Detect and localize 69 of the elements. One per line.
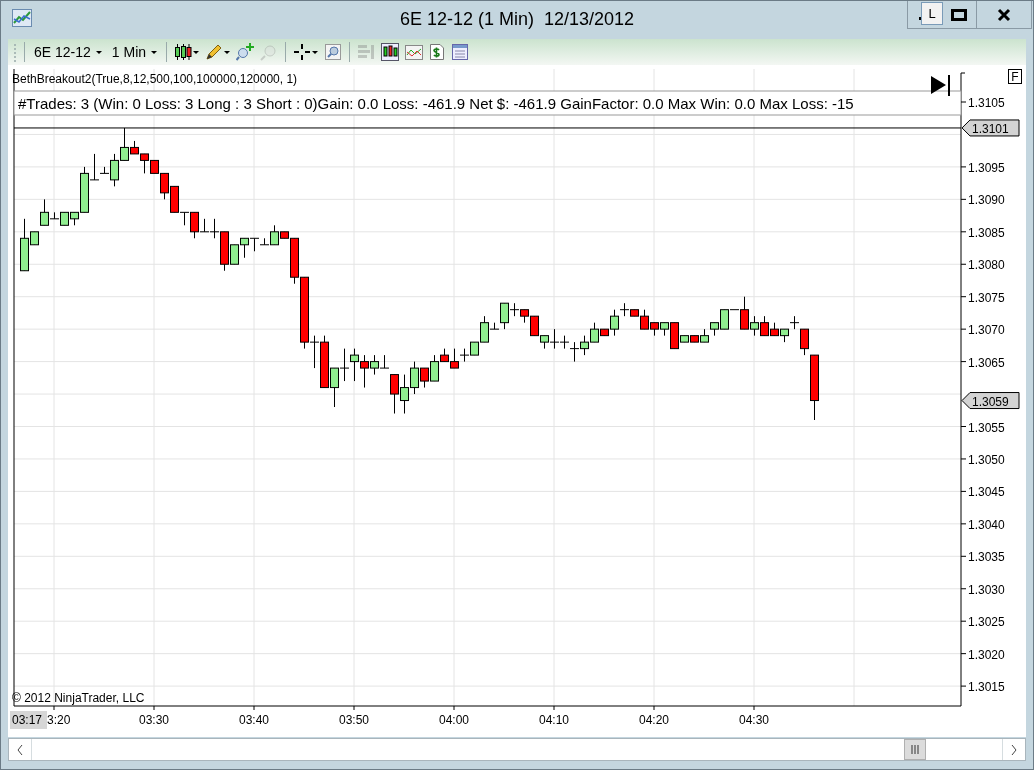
- price-axis-label: 1.3055: [968, 420, 1005, 435]
- time-axis-label: 3:20: [47, 713, 71, 727]
- dropdown-button[interactable]: 6E 12-12: [31, 44, 105, 60]
- price-axis-label: 1.3095: [968, 160, 1005, 175]
- time-marker: 03:17: [10, 711, 47, 729]
- time-axis-label: 04:00: [439, 713, 469, 727]
- price-axis-label: 1.3030: [968, 582, 1005, 597]
- chevron-left-icon: [17, 744, 23, 755]
- price-axis-label: 1.3040: [968, 517, 1005, 532]
- price-axis-label: 1.3070: [968, 323, 1005, 338]
- scroll-thumb[interactable]: [904, 739, 926, 760]
- properties-button[interactable]: [450, 41, 471, 63]
- copyright-text: © 2012 NinjaTrader, LLC: [12, 691, 145, 705]
- indicator-label: BethBreakout2(True,8,12,500,100,100000,120000, 1): [12, 72, 298, 86]
- crosshair-icon: [293, 43, 312, 61]
- chart-app-icon: [12, 9, 32, 27]
- chart-style-button[interactable]: [173, 41, 201, 63]
- tooltip: L: [921, 2, 943, 25]
- price-axis-label: 1.3025: [968, 615, 1005, 630]
- line-chart-icon: [405, 43, 424, 61]
- candlestick-icon: [174, 43, 193, 61]
- orders-button[interactable]: [428, 41, 447, 63]
- data-box-icon: [357, 43, 376, 61]
- cursor-button[interactable]: [292, 41, 320, 63]
- price-axis-label: 1.3105: [968, 96, 1005, 110]
- price-axis-label: 1.3015: [968, 680, 1005, 695]
- time-axis-label: 04:30: [739, 713, 769, 727]
- zoom-out-icon: [260, 43, 279, 61]
- price-axis-label: 1.3045: [968, 485, 1005, 500]
- maximize-icon: [951, 8, 967, 21]
- magnifier-button[interactable]: [323, 41, 344, 63]
- caret-icon: [95, 50, 102, 54]
- dropdown-button[interactable]: 1 Min: [108, 44, 161, 60]
- time-axis-label: 04:20: [639, 713, 669, 727]
- close-icon: [997, 7, 1011, 22]
- price-axis-label: 1.3035: [968, 550, 1005, 565]
- indicators-button[interactable]: [380, 41, 401, 63]
- time-axis-label: 03:40: [239, 713, 269, 727]
- caret-icon: [312, 50, 319, 54]
- price-axis-label: 1.3075: [968, 290, 1005, 305]
- zoom-in-button[interactable]: [235, 41, 256, 63]
- panel-button[interactable]: F: [1008, 69, 1022, 84]
- caret-icon: [151, 50, 158, 54]
- window-title: 6E 12-12 (1 Min) 12/13/2012: [399, 8, 635, 30]
- properties-icon: [451, 43, 470, 61]
- time-axis-label: 03:50: [339, 713, 369, 727]
- time-axis-label: 04:10: [539, 713, 569, 727]
- magnifier-icon: [324, 43, 343, 61]
- price-marker: 1.3059: [961, 392, 1020, 410]
- grip-icon: [911, 745, 919, 754]
- zoom-in-icon: [236, 43, 255, 61]
- grip-icon: [12, 42, 18, 62]
- price-axis-label: 1.3090: [968, 193, 1005, 208]
- price-axis-label: 1.3065: [968, 355, 1005, 370]
- horizontal-scrollbar[interactable]: [8, 738, 1026, 761]
- pencil-icon: [205, 43, 224, 61]
- price-axis-label: 1.3020: [968, 647, 1005, 662]
- price-axis-label: 1.3085: [968, 225, 1005, 240]
- strategy-stats-bar: #Trades: 3 (Win: 0 Loss: 3 Long : 3 Short : 0)Gain: 0.0 Loss: -461.9 Net $: -461.9 GainFactor: 0.0 Max Win: 0.0 Max Loss: -15: [13, 90, 962, 116]
- caret-icon: [193, 50, 200, 54]
- chevron-right-icon: [1011, 744, 1017, 755]
- candle-chart-icon: [381, 43, 400, 61]
- dollar-document-icon: [429, 43, 446, 61]
- price-axis-label: 1.3050: [968, 452, 1005, 467]
- skip-to-end-icon: [931, 75, 950, 96]
- price-marker: 1.3101: [961, 119, 1020, 137]
- caret-icon: [224, 50, 231, 54]
- price-axis-label: 1.3080: [968, 258, 1005, 273]
- time-axis-label: 03:30: [139, 713, 169, 727]
